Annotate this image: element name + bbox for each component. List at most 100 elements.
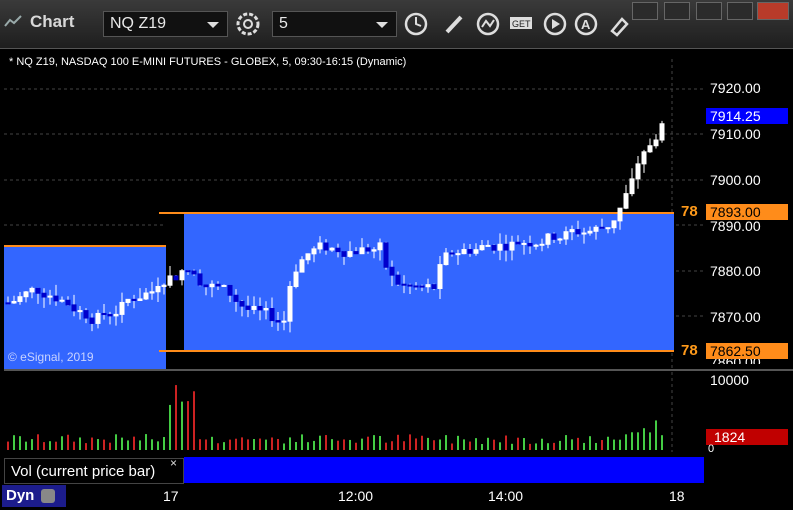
volume-bar xyxy=(541,438,543,450)
candle-body xyxy=(281,320,287,323)
volume-bar xyxy=(205,439,207,450)
volume-bar xyxy=(631,432,633,450)
candle-body xyxy=(167,275,173,286)
candle-body xyxy=(227,284,233,296)
volume-bar xyxy=(175,385,177,450)
volume-bar xyxy=(589,436,591,450)
volume-bar xyxy=(55,441,57,450)
volume-bar xyxy=(7,441,9,450)
volume-bar xyxy=(463,439,465,450)
candle-body xyxy=(413,285,419,288)
candle-body xyxy=(485,244,491,247)
chevron-down-icon[interactable] xyxy=(376,22,388,28)
candle-body xyxy=(263,308,269,311)
symbol-combo[interactable]: NQ Z19 xyxy=(103,11,228,37)
study-bar xyxy=(184,457,704,483)
candle-body xyxy=(47,295,53,298)
volume-bar xyxy=(547,443,549,450)
volume-bar xyxy=(85,443,87,450)
close-button[interactable] xyxy=(757,2,789,20)
candle-body xyxy=(251,305,257,310)
volume-bar xyxy=(103,439,105,450)
volume-bar xyxy=(337,440,339,450)
volume-bar xyxy=(505,435,507,450)
volume-chart[interactable] xyxy=(4,372,704,452)
volume-bar xyxy=(445,435,447,450)
candle-body xyxy=(269,308,275,322)
volume-bar xyxy=(79,437,81,450)
minimize-button[interactable] xyxy=(696,2,722,20)
settings-icon[interactable] xyxy=(235,11,261,37)
maximize-button[interactable] xyxy=(727,2,753,20)
indicator-icon[interactable] xyxy=(475,11,501,37)
close-icon[interactable]: × xyxy=(170,456,177,470)
restore-button[interactable] xyxy=(664,2,690,20)
candle-body xyxy=(161,284,167,288)
link-icon[interactable] xyxy=(606,11,632,37)
candle-body xyxy=(425,284,431,288)
get-icon[interactable]: GET xyxy=(508,11,534,37)
time-tick: 17 xyxy=(163,488,179,504)
volume-bar xyxy=(13,435,15,450)
study-label[interactable]: Vol (current price bar) xyxy=(4,458,184,484)
volume-bar xyxy=(433,440,435,450)
lock-icon xyxy=(40,489,55,504)
volume-last-tag: 1824 xyxy=(706,429,788,445)
volume-bar xyxy=(577,437,579,450)
volume-bar xyxy=(115,434,117,450)
volume-bar xyxy=(523,438,525,450)
dock-button[interactable] xyxy=(632,2,658,20)
candle-body xyxy=(347,251,353,257)
dynamic-button[interactable]: Dyn xyxy=(2,485,66,507)
volume-bar xyxy=(97,439,99,450)
volume-bar xyxy=(607,436,609,450)
price-chart[interactable] xyxy=(4,49,704,369)
volume-bar xyxy=(367,436,369,450)
clock-icon[interactable] xyxy=(403,11,429,37)
play-icon[interactable] xyxy=(542,11,568,37)
volume-bar xyxy=(265,439,267,450)
alert-icon[interactable]: A xyxy=(573,11,599,37)
volume-bar xyxy=(19,436,21,450)
pencil-icon[interactable] xyxy=(441,11,467,37)
candle-body xyxy=(41,292,47,298)
volume-bar xyxy=(289,437,291,450)
candle-body xyxy=(173,275,179,281)
candle-body xyxy=(587,230,593,234)
volume-bar xyxy=(67,434,69,450)
volume-bar xyxy=(127,440,129,450)
candle-body xyxy=(437,264,443,290)
candle-body xyxy=(509,241,515,251)
volume-bar xyxy=(553,442,555,450)
candle-body xyxy=(491,244,497,251)
interval-combo[interactable]: 5 xyxy=(272,11,397,37)
volume-bar xyxy=(379,435,381,450)
volume-bar xyxy=(163,437,165,450)
price-tick: 7870.00 xyxy=(710,309,761,325)
candle-body xyxy=(203,284,209,288)
volume-bar xyxy=(571,439,573,450)
chevron-down-icon[interactable] xyxy=(207,22,219,28)
candle-body xyxy=(551,233,557,240)
volume-bar xyxy=(595,442,597,450)
candle-body xyxy=(353,251,359,255)
copyright-text: © eSignal, 2019 xyxy=(8,350,94,364)
volume-bar xyxy=(613,439,615,450)
candle-body xyxy=(197,273,203,286)
candle-body xyxy=(539,243,545,246)
candle-body xyxy=(23,291,29,298)
symbol-value: NQ Z19 xyxy=(110,15,167,32)
pane-divider[interactable] xyxy=(4,369,793,371)
candle-body xyxy=(455,253,461,256)
volume-bar xyxy=(415,438,417,450)
candle-body xyxy=(215,283,221,287)
volume-bar xyxy=(421,435,423,450)
candle-body xyxy=(5,302,11,305)
candle-body xyxy=(533,244,539,247)
candle-body xyxy=(449,252,455,255)
volume-bar xyxy=(649,432,651,450)
candle-body xyxy=(623,193,629,209)
chart-subtitle: * NQ Z19, NASDAQ 100 E-MINI FUTURES - GL… xyxy=(9,56,407,68)
candle-body xyxy=(119,301,125,315)
candle-body xyxy=(497,243,503,251)
